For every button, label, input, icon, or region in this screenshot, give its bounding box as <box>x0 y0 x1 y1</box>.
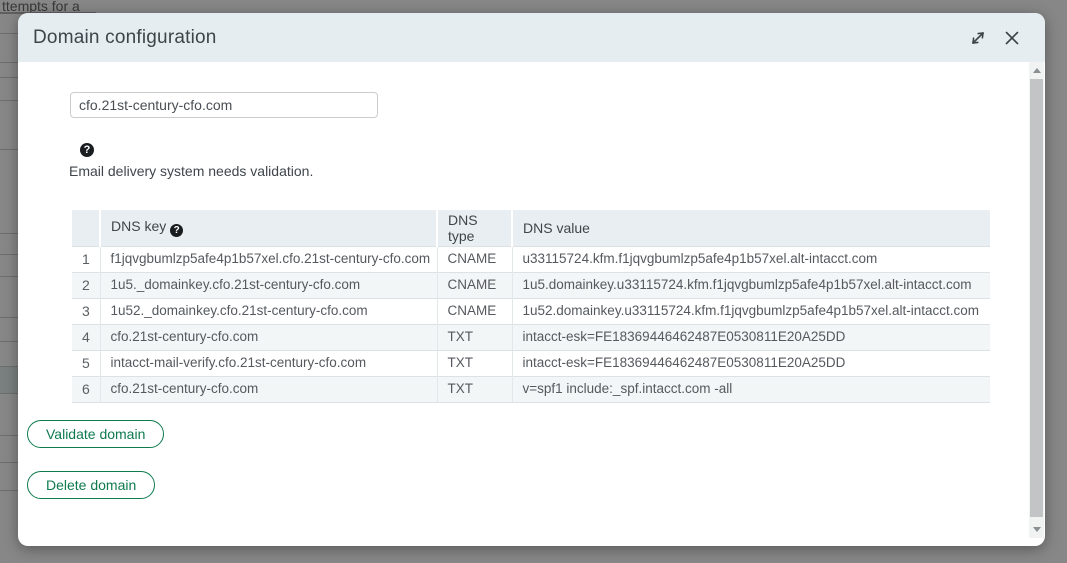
dns-key-cell: 1u52._domainkey.cfo.21st-century-cfo.com <box>100 298 437 324</box>
validation-note: Email delivery system needs validation. <box>69 163 313 179</box>
backdrop-line <box>0 33 18 34</box>
row-number-header <box>72 210 100 246</box>
table-row: 1 f1jqvgbumlzp5afe4p1b57xel.cfo.21st-cen… <box>72 246 990 272</box>
table-row: 4 cfo.21st-century-cfo.com TXT intacct-e… <box>72 324 990 350</box>
dns-type-cell: TXT <box>437 324 512 350</box>
dns-key-cell: 1u5._domainkey.cfo.21st-century-cfo.com <box>100 272 437 298</box>
help-icon[interactable]: ? <box>80 143 94 157</box>
table-row: 2 1u5._domainkey.cfo.21st-century-cfo.co… <box>72 272 990 298</box>
delete-domain-button[interactable]: Delete domain <box>27 471 155 499</box>
table-row: 3 1u52._domainkey.cfo.21st-century-cfo.c… <box>72 298 990 324</box>
scrollbar-up-button[interactable] <box>1029 63 1044 78</box>
dns-key-header-label: DNS key <box>111 218 166 234</box>
dns-value-cell: v=spf1 include:_spf.intacct.com -all <box>512 376 990 402</box>
dns-value-cell: u33115724.kfm.f1jqvgbumlzp5afe4p1b57xel.… <box>512 246 990 272</box>
triangle-up-icon <box>1033 68 1041 73</box>
dns-type-cell: CNAME <box>437 298 512 324</box>
dns-key-help-icon[interactable]: ? <box>170 224 183 237</box>
row-number-cell: 1 <box>72 246 100 272</box>
dns-key-cell: cfo.21st-century-cfo.com <box>100 324 437 350</box>
triangle-down-icon <box>1033 527 1041 532</box>
backdrop-line <box>0 100 18 101</box>
dns-records-table: DNS key? DNS type DNS value 1 f1jqvgbuml… <box>72 210 990 403</box>
backdrop-line <box>0 317 18 318</box>
backdrop-line <box>0 435 18 436</box>
row-number-cell: 3 <box>72 298 100 324</box>
modal-scrollbar[interactable] <box>1029 62 1044 538</box>
backdrop-line <box>0 233 18 234</box>
row-number-cell: 2 <box>72 272 100 298</box>
row-number-cell: 6 <box>72 376 100 402</box>
dns-value-header: DNS value <box>512 210 990 246</box>
table-row: 6 cfo.21st-century-cfo.com TXT v=spf1 in… <box>72 376 990 402</box>
backdrop-line <box>0 254 18 255</box>
dns-table-body: 1 f1jqvgbumlzp5afe4p1b57xel.cfo.21st-cen… <box>72 246 990 402</box>
row-number-cell: 5 <box>72 350 100 376</box>
row-number-cell: 4 <box>72 324 100 350</box>
dialog-title: Domain configuration <box>33 27 217 49</box>
dns-value-cell: 1u5.domainkey.u33115724.kfm.f1jqvgbumlzp… <box>512 272 990 298</box>
dns-key-cell: intacct-mail-verify.cfo.21st-century-cfo… <box>100 350 437 376</box>
validate-domain-button[interactable]: Validate domain <box>27 420 164 448</box>
table-row: 5 intacct-mail-verify.cfo.21st-century-c… <box>72 350 990 376</box>
backdrop-selected-row <box>0 367 18 393</box>
backdrop-line <box>0 62 18 63</box>
table-header-row: DNS key? DNS type DNS value <box>72 210 990 246</box>
backdrop-line <box>0 393 18 394</box>
dialog-header: Domain configuration <box>18 13 1045 62</box>
expand-icon[interactable] <box>967 27 989 49</box>
dns-type-cell: CNAME <box>437 272 512 298</box>
scrollbar-thumb[interactable] <box>1030 79 1043 517</box>
close-icon[interactable] <box>1001 27 1023 49</box>
scrollbar-down-button[interactable] <box>1029 522 1044 537</box>
dns-key-cell: cfo.21st-century-cfo.com <box>100 376 437 402</box>
domain-configuration-dialog: Domain configuration <box>18 13 1045 546</box>
backdrop-line <box>0 276 18 277</box>
backdrop-line <box>0 341 18 342</box>
dns-value-cell: intacct-esk=FE18369446462487E0530811E20A… <box>512 350 990 376</box>
dns-key-header: DNS key? <box>100 210 437 246</box>
domain-name-input[interactable] <box>70 92 378 118</box>
backdrop-line <box>0 490 18 491</box>
backdrop-line <box>0 77 18 78</box>
dns-type-cell: TXT <box>437 376 512 402</box>
dns-key-cell: f1jqvgbumlzp5afe4p1b57xel.cfo.21st-centu… <box>100 246 437 272</box>
backdrop-line <box>0 366 18 367</box>
dns-value-cell: intacct-esk=FE18369446462487E0530811E20A… <box>512 324 990 350</box>
dns-value-cell: 1u52.domainkey.u33115724.kfm.f1jqvgbumlz… <box>512 298 990 324</box>
backdrop-line <box>0 462 18 463</box>
dns-type-cell: TXT <box>437 350 512 376</box>
backdrop-line <box>0 149 18 150</box>
dns-type-header: DNS type <box>437 210 512 246</box>
dns-type-cell: CNAME <box>437 246 512 272</box>
